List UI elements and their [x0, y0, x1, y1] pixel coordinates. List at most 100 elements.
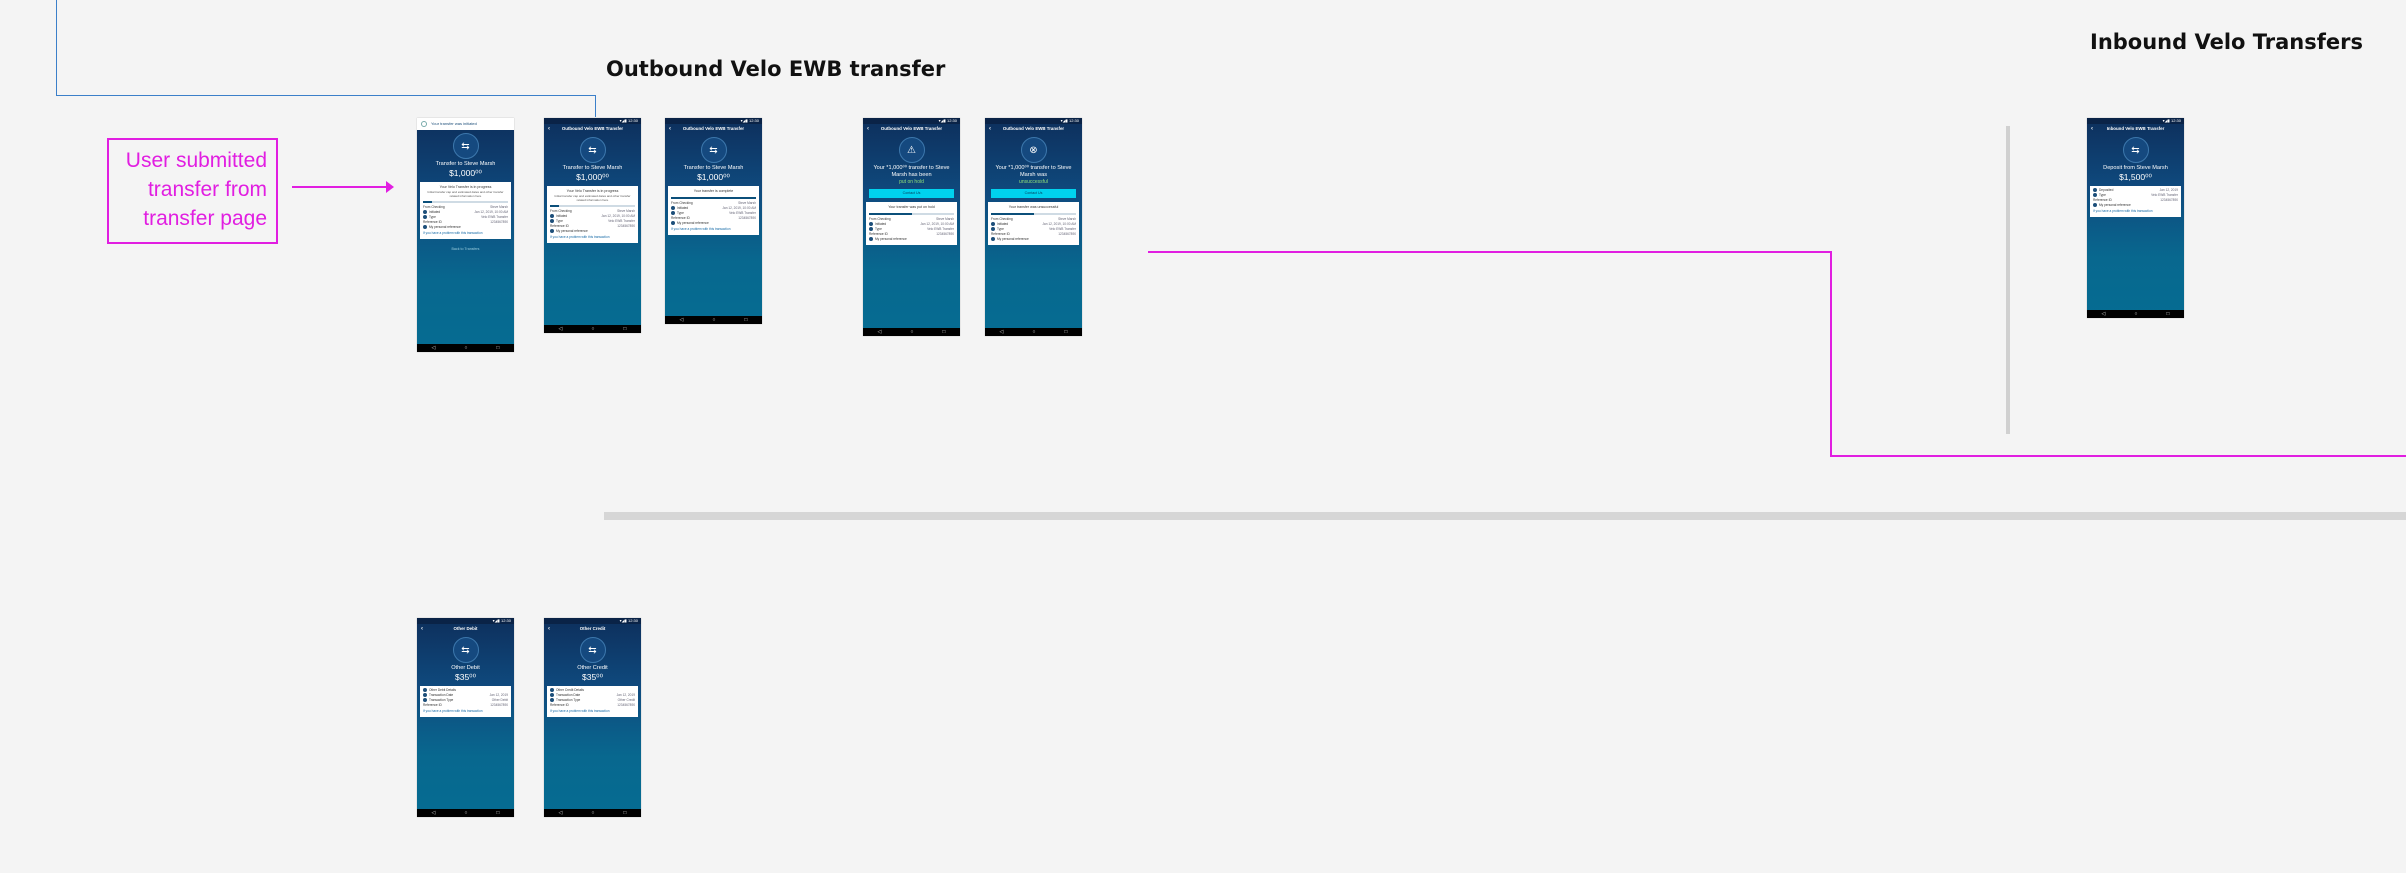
- detail-label: Initiated: [875, 222, 887, 226]
- circle-home-icon[interactable]: ○: [712, 317, 715, 323]
- calendar-icon: [550, 214, 554, 219]
- detail-value: 1234567890: [2160, 198, 2178, 202]
- detail-label: Initiated: [677, 206, 689, 210]
- app-bar: ‹ Other Credit: [544, 624, 641, 634]
- memo-text: My personal reference: [997, 237, 1029, 241]
- transaction-title: Other Credit: [577, 665, 608, 671]
- circle-home-icon[interactable]: ○: [464, 810, 467, 816]
- triangle-back-icon[interactable]: ◁: [680, 317, 684, 323]
- info-icon: [423, 215, 427, 220]
- arrow-left-icon[interactable]: ‹: [867, 124, 869, 134]
- progress-bar: [550, 205, 635, 207]
- info-icon: [991, 227, 995, 232]
- square-recents-icon[interactable]: □: [496, 810, 499, 816]
- android-nav-bar: ◁ ○ □: [544, 325, 641, 333]
- square-recents-icon[interactable]: □: [623, 326, 626, 332]
- app-bar: ‹ Outbound Velo EWB Transfer: [665, 124, 762, 134]
- back-to-transfers-link[interactable]: Back to Transfers: [417, 247, 514, 251]
- inbound-section-heading: Inbound Velo Transfers: [2090, 30, 2363, 54]
- transfer-arrows-icon: ⇆: [700, 137, 727, 163]
- triangle-back-icon[interactable]: ◁: [2102, 311, 2106, 317]
- arrow-left-icon[interactable]: ‹: [989, 124, 991, 134]
- detail-label: Transaction Type: [429, 698, 454, 702]
- magenta-flow-line-top: [1148, 251, 1831, 253]
- contact-us-button[interactable]: Contact Us: [869, 189, 954, 198]
- arrow-left-icon[interactable]: ‹: [2091, 124, 2093, 134]
- card-heading: Your transfer is complete: [693, 189, 734, 193]
- annotation-note: User submitted transfer from transfer pa…: [107, 138, 278, 244]
- magenta-flow-line-bottom: [1830, 455, 2406, 457]
- app-bar-title: Outbound Velo EWB Transfer: [880, 126, 943, 131]
- problem-link[interactable]: If you have a problem with this transact…: [550, 234, 635, 240]
- transfer-details-card: Your Velo Transfer is in progress Initia…: [547, 186, 638, 243]
- info-icon: [423, 688, 427, 693]
- square-recents-icon[interactable]: □: [942, 329, 945, 335]
- info-icon: [671, 211, 675, 216]
- android-nav-bar: ◁ ○ □: [2087, 310, 2184, 318]
- triangle-back-icon[interactable]: ◁: [432, 345, 436, 351]
- transaction-details-card: Other Debit Details Transaction Date Jan …: [420, 686, 511, 717]
- square-recents-icon[interactable]: □: [623, 810, 626, 816]
- memo-icon: [550, 229, 554, 234]
- problem-link[interactable]: If you have a problem with this transact…: [2093, 208, 2178, 214]
- detail-value: 1234567890: [490, 220, 508, 224]
- transfer-amount: $1,000⁰⁰: [449, 168, 482, 178]
- transfer-details-card: Your transfer was unsuccessful From Chec…: [988, 202, 1079, 245]
- transfer-details-card: Your Velo Transfer is in progress Initia…: [420, 182, 511, 239]
- app-bar-title: Other Credit: [579, 626, 606, 631]
- calendar-icon: [671, 206, 675, 211]
- transfer-arrows-icon: ⇆: [2122, 137, 2149, 163]
- square-recents-icon[interactable]: □: [496, 345, 499, 351]
- card-description: Initial transfer cap and estimated dates…: [554, 194, 631, 202]
- arrow-left-icon[interactable]: ‹: [548, 124, 550, 134]
- contact-us-button[interactable]: Contact Us: [991, 189, 1076, 198]
- arrow-left-icon[interactable]: ‹: [548, 624, 550, 634]
- circle-home-icon[interactable]: ○: [591, 326, 594, 332]
- detail-label: Transaction Date: [429, 693, 454, 697]
- problem-link[interactable]: If you have a problem with this transact…: [671, 226, 756, 232]
- transaction-amount: $35⁰⁰: [582, 672, 603, 682]
- memo-icon: [423, 225, 427, 230]
- screen-other-credit: ▾◢▮ 12:30 ‹ Other Credit ⇆ Other Credit $…: [544, 618, 641, 817]
- arrow-left-icon[interactable]: ‹: [669, 124, 671, 134]
- triangle-back-icon[interactable]: ◁: [432, 810, 436, 816]
- problem-link[interactable]: If you have a problem with this transact…: [423, 708, 508, 714]
- progress-bar: [991, 213, 1076, 215]
- square-recents-icon[interactable]: □: [1064, 329, 1067, 335]
- detail-label: Type: [556, 219, 563, 223]
- transaction-title: Other Debit: [451, 665, 480, 671]
- android-nav-bar: ◁ ○ □: [665, 316, 762, 324]
- calendar-icon: [991, 222, 995, 227]
- detail-label: Type: [875, 227, 882, 231]
- problem-link[interactable]: If you have a problem with this transact…: [423, 230, 508, 236]
- circle-home-icon[interactable]: ○: [2134, 311, 2137, 317]
- android-nav-bar: ◁ ○ □: [863, 328, 960, 336]
- detail-label: Other Credit Details: [556, 688, 584, 692]
- triangle-back-icon[interactable]: ◁: [559, 326, 563, 332]
- circle-home-icon[interactable]: ○: [464, 345, 467, 351]
- detail-value: 1234567890: [490, 703, 508, 707]
- transfer-title: Deposit from Steve Marsh: [2103, 165, 2168, 171]
- annotation-arrowhead: [386, 181, 394, 193]
- detail-label: Deposited: [2099, 188, 2114, 192]
- circle-home-icon[interactable]: ○: [591, 810, 594, 816]
- triangle-back-icon[interactable]: ◁: [878, 329, 882, 335]
- square-recents-icon[interactable]: □: [2166, 311, 2169, 317]
- triangle-back-icon[interactable]: ◁: [1000, 329, 1004, 335]
- square-recents-icon[interactable]: □: [744, 317, 747, 323]
- circle-home-icon[interactable]: ○: [910, 329, 913, 335]
- transfer-title: Transfer to Steve Marsh: [435, 161, 496, 167]
- detail-label: Type: [429, 215, 436, 219]
- arrow-left-icon[interactable]: ‹: [421, 624, 423, 634]
- app-bar: ‹ Outbound Velo EWB Transfer: [985, 124, 1082, 134]
- problem-link[interactable]: If you have a problem with this transact…: [550, 708, 635, 714]
- info-icon: [2093, 193, 2097, 198]
- transfer-title: Transfer to Steve Marsh: [683, 165, 744, 171]
- memo-text: My personal reference: [677, 221, 709, 225]
- app-bar: ‹ Outbound Velo EWB Transfer: [863, 124, 960, 134]
- card-description: Initial transfer cap and estimated dates…: [427, 190, 504, 198]
- circle-home-icon[interactable]: ○: [1032, 329, 1035, 335]
- blue-flow-line-drop: [595, 95, 596, 117]
- triangle-back-icon[interactable]: ◁: [559, 810, 563, 816]
- info-icon: [869, 227, 873, 232]
